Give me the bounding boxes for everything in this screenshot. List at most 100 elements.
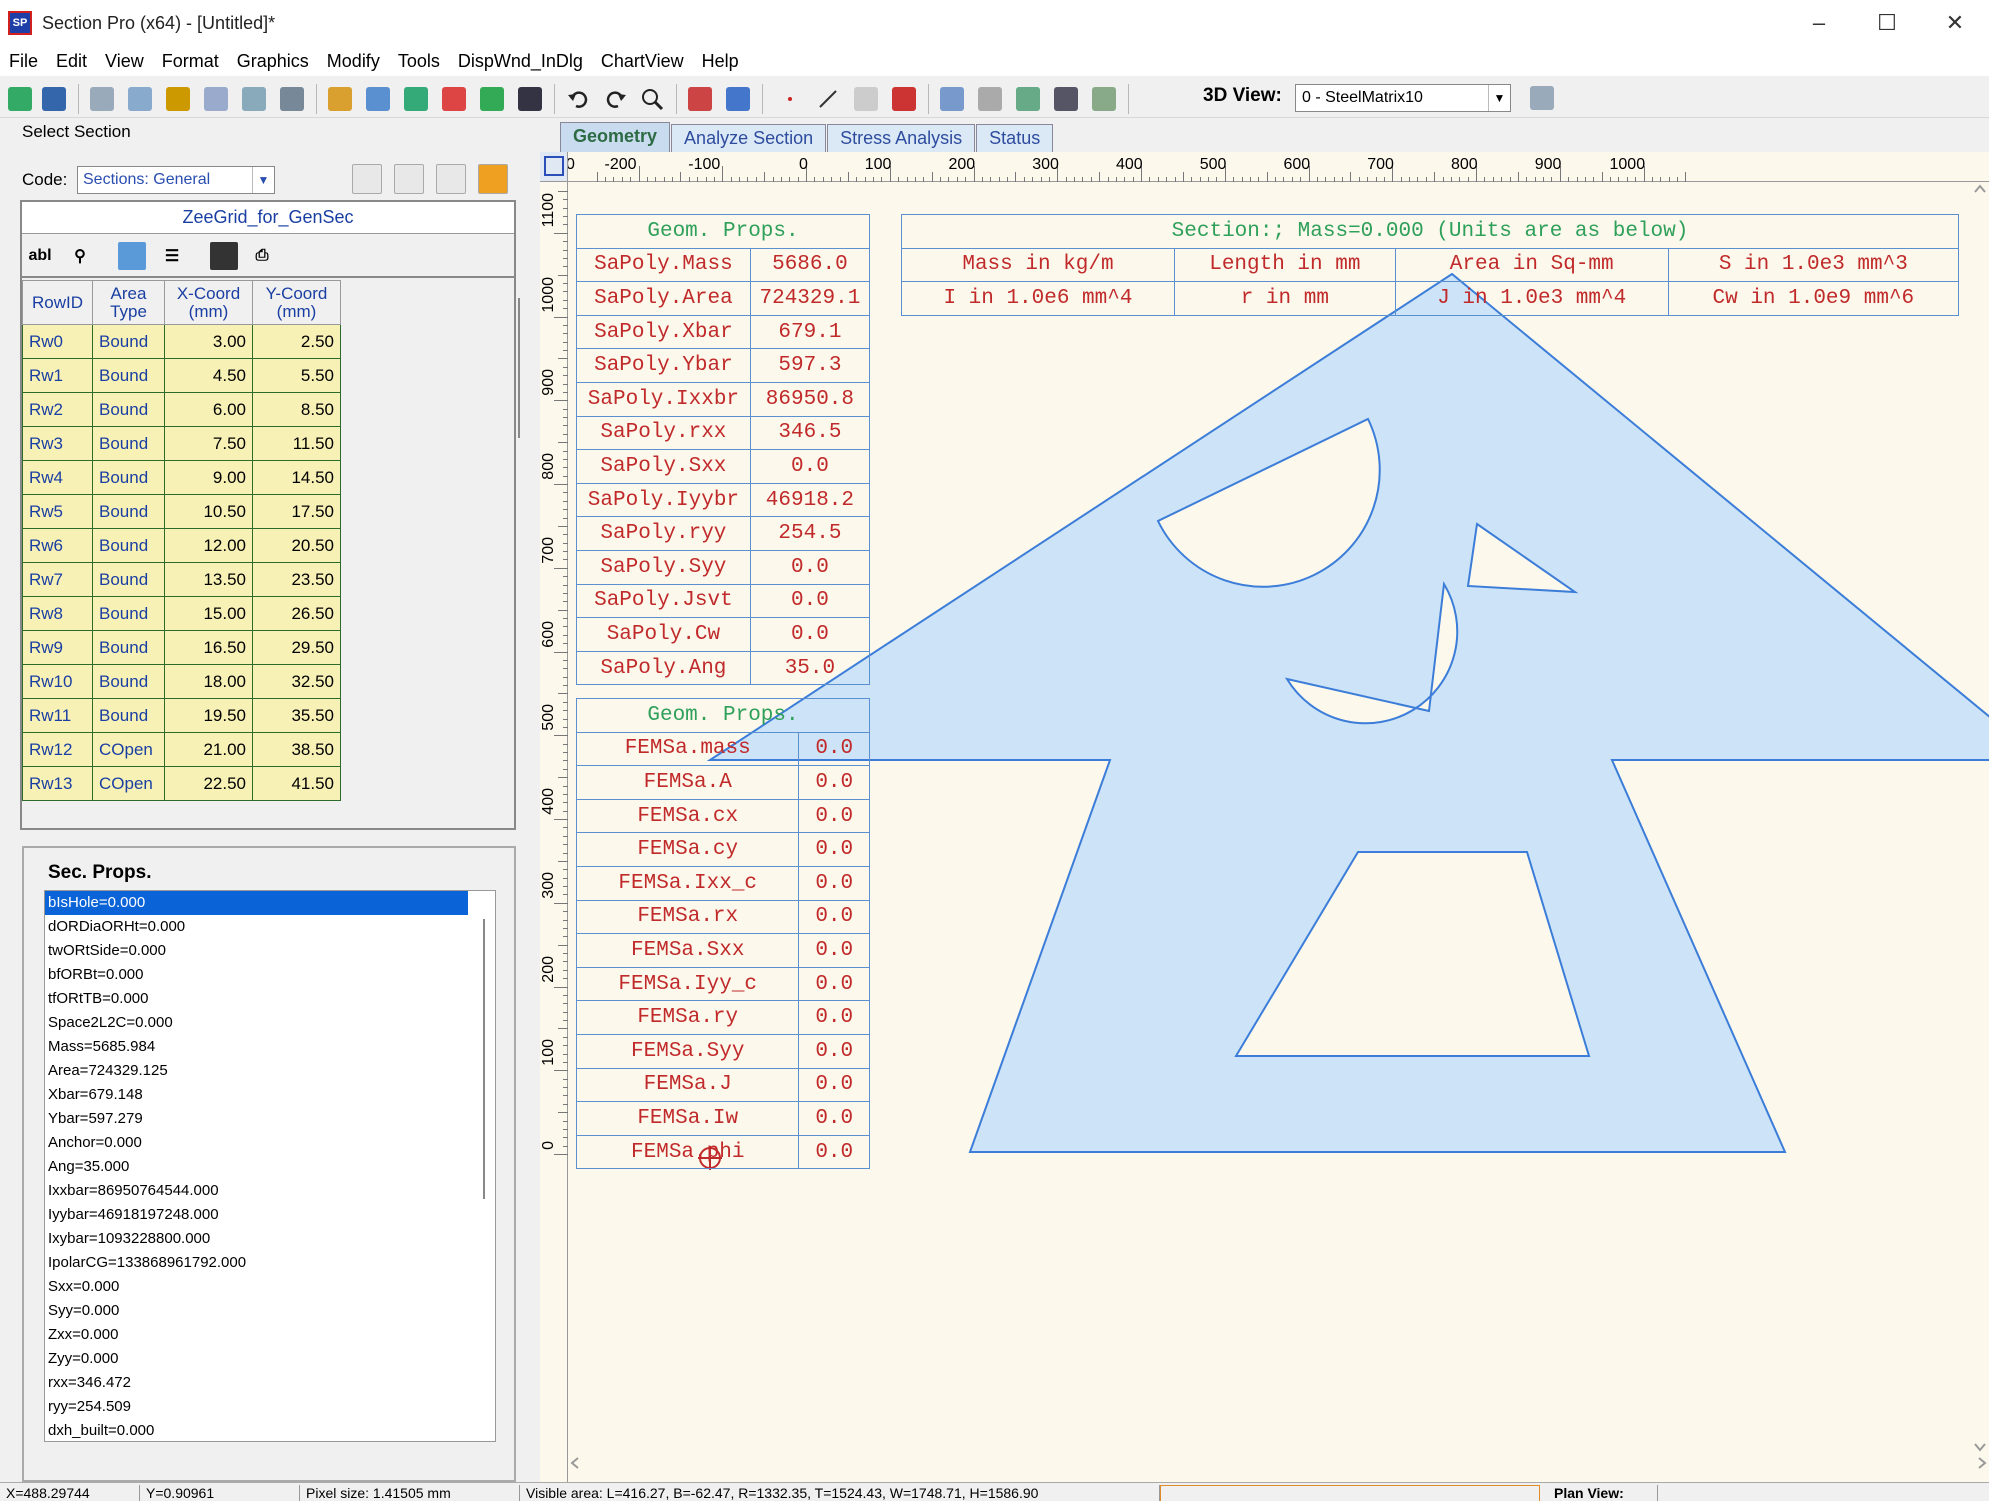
grid-cell[interactable]: 29.50 bbox=[252, 630, 341, 665]
tab-status[interactable]: Status bbox=[976, 124, 1054, 152]
grid-icon[interactable] bbox=[366, 87, 390, 111]
grid-cell[interactable]: Bound bbox=[92, 358, 165, 393]
column-header-rowid[interactable]: RowID bbox=[22, 280, 93, 325]
grid-cell[interactable]: Bound bbox=[92, 528, 165, 563]
tab-stress-analysis[interactable]: Stress Analysis bbox=[827, 124, 976, 152]
table-row[interactable]: Rw5 Bound 10.50 17.50 bbox=[22, 494, 341, 529]
save-grid-icon[interactable] bbox=[1054, 87, 1078, 111]
3d-view-settings-icon[interactable] bbox=[1530, 86, 1554, 110]
tab-geometry[interactable]: Geometry bbox=[560, 122, 671, 152]
table-view-icon[interactable] bbox=[1016, 87, 1040, 111]
grid-cell[interactable]: Rw13 bbox=[22, 766, 93, 801]
grid-cell[interactable]: Rw6 bbox=[22, 528, 93, 563]
grid-cell[interactable]: 18.00 bbox=[164, 664, 253, 699]
grid-cell[interactable]: 15.00 bbox=[164, 596, 253, 631]
column-header-area-type[interactable]: Area Type bbox=[92, 280, 165, 325]
grid-cell[interactable]: Rw5 bbox=[22, 494, 93, 529]
vertical-scrollbar[interactable] bbox=[1971, 182, 1989, 1454]
table-icon[interactable] bbox=[204, 87, 228, 111]
menu-graphics[interactable]: Graphics bbox=[228, 51, 318, 72]
table-row[interactable]: Rw3 Bound 7.50 11.50 bbox=[22, 426, 341, 461]
grid-scrollbar[interactable] bbox=[518, 298, 520, 438]
table-row[interactable]: Rw11 Bound 19.50 35.50 bbox=[22, 698, 341, 733]
list-item[interactable]: dORDiaORHt=0.000 bbox=[45, 915, 468, 939]
grid-cell[interactable]: 16.50 bbox=[164, 630, 253, 665]
grid-cell[interactable]: Rw1 bbox=[22, 358, 93, 393]
grid-cell[interactable]: 4.50 bbox=[164, 358, 253, 393]
list-item[interactable]: Sxx=0.000 bbox=[45, 1275, 468, 1299]
grid-cell[interactable]: 23.50 bbox=[252, 562, 341, 597]
excel-icon[interactable] bbox=[480, 87, 504, 111]
list-icon[interactable]: ☰ bbox=[158, 242, 186, 270]
globe-search-icon[interactable] bbox=[42, 87, 66, 111]
list-item[interactable]: tfORtTB=0.000 bbox=[45, 987, 468, 1011]
list-item[interactable]: bIsHole=0.000 bbox=[45, 891, 468, 915]
grid-cell[interactable]: Bound bbox=[92, 562, 165, 597]
grid-cell[interactable]: 8.50 bbox=[252, 392, 341, 427]
list-item[interactable]: Zxx=0.000 bbox=[45, 1323, 468, 1347]
redo-icon[interactable] bbox=[604, 87, 628, 111]
grid-cell[interactable]: 7.50 bbox=[164, 426, 253, 461]
grid-cell[interactable]: 5.50 bbox=[252, 358, 341, 393]
save-icon[interactable] bbox=[210, 242, 238, 270]
grid-cell[interactable]: 20.50 bbox=[252, 528, 341, 563]
menu-help[interactable]: Help bbox=[693, 51, 748, 72]
color-shapes-icon[interactable] bbox=[892, 87, 916, 111]
save-icon[interactable] bbox=[518, 87, 542, 111]
list-icon[interactable] bbox=[978, 87, 1002, 111]
grid-cell[interactable]: 2.50 bbox=[252, 324, 341, 359]
grid-cell[interactable]: 17.50 bbox=[252, 494, 341, 529]
menu-view[interactable]: View bbox=[96, 51, 153, 72]
grid-cell[interactable]: Bound bbox=[92, 460, 165, 495]
grid-cell[interactable]: 6.00 bbox=[164, 392, 253, 427]
code-select[interactable]: Sections: General ▼ bbox=[77, 166, 275, 194]
close-button[interactable]: ✕ bbox=[1920, 0, 1989, 46]
list-item[interactable]: IpolarCG=133868961792.000 bbox=[45, 1251, 468, 1275]
grid-cell[interactable]: Rw0 bbox=[22, 324, 93, 359]
zoom-icon[interactable] bbox=[640, 87, 664, 111]
grid-cell[interactable]: COpen bbox=[92, 732, 165, 767]
list-item[interactable]: rxx=346.472 bbox=[45, 1371, 468, 1395]
table-row[interactable]: Rw12 COpen 21.00 38.50 bbox=[22, 732, 341, 767]
grid-cell[interactable]: 32.50 bbox=[252, 664, 341, 699]
table-row[interactable]: Rw7 Bound 13.50 23.50 bbox=[22, 562, 341, 597]
grid-cell[interactable]: Rw11 bbox=[22, 698, 93, 733]
sec-props-scrollbar[interactable] bbox=[483, 919, 485, 1199]
clipboard-icon[interactable] bbox=[436, 164, 466, 194]
globe-icon[interactable] bbox=[8, 87, 32, 111]
list-item[interactable]: Ixybar=1093228800.000 bbox=[45, 1227, 468, 1251]
table-row[interactable]: Rw8 Bound 15.00 26.50 bbox=[22, 596, 341, 631]
mesh-icon[interactable] bbox=[726, 87, 750, 111]
grid-cell[interactable]: COpen bbox=[92, 766, 165, 801]
grid-cell[interactable]: Bound bbox=[92, 494, 165, 529]
text-tool-icon[interactable]: abl bbox=[26, 242, 54, 270]
new-section-icon[interactable] bbox=[90, 87, 114, 111]
list-item[interactable]: Zyy=0.000 bbox=[45, 1347, 468, 1371]
list-item[interactable]: Xbar=679.148 bbox=[45, 1083, 468, 1107]
pdf-icon[interactable] bbox=[442, 87, 466, 111]
grid-cell[interactable]: Bound bbox=[92, 664, 165, 699]
table-row[interactable]: Rw6 Bound 12.00 20.50 bbox=[22, 528, 341, 563]
list-item[interactable]: Ybar=597.279 bbox=[45, 1107, 468, 1131]
table-row[interactable]: Rw2 Bound 6.00 8.50 bbox=[22, 392, 341, 427]
refresh-icon[interactable] bbox=[478, 164, 508, 194]
menu-dispwnd[interactable]: DispWnd_InDlg bbox=[449, 51, 592, 72]
section-shape[interactable] bbox=[706, 272, 1989, 1153]
grid-cell[interactable]: 11.50 bbox=[252, 426, 341, 461]
section-grid-icon[interactable] bbox=[940, 87, 964, 111]
grid-cell[interactable]: 13.50 bbox=[164, 562, 253, 597]
column-header-x-coord[interactable]: X-Coord (mm) bbox=[164, 280, 253, 325]
grid-cell[interactable]: 41.50 bbox=[252, 766, 341, 801]
list-item[interactable]: Ang=35.000 bbox=[45, 1155, 468, 1179]
3d-view-select[interactable]: 0 - SteelMatrix10 ▼ bbox=[1295, 84, 1511, 112]
grid-cell[interactable]: Rw2 bbox=[22, 392, 93, 427]
export-grid-icon[interactable] bbox=[1092, 87, 1116, 111]
horizontal-scrollbar[interactable] bbox=[568, 1454, 1989, 1472]
grid-cell[interactable]: Bound bbox=[92, 630, 165, 665]
grid-cell[interactable]: Rw4 bbox=[22, 460, 93, 495]
grid-cell[interactable]: Rw10 bbox=[22, 664, 93, 699]
grid-cell[interactable]: Bound bbox=[92, 698, 165, 733]
section-settings-icon[interactable] bbox=[352, 164, 382, 194]
table-row[interactable]: Rw4 Bound 9.00 14.50 bbox=[22, 460, 341, 495]
minimize-button[interactable]: – bbox=[1784, 0, 1854, 46]
